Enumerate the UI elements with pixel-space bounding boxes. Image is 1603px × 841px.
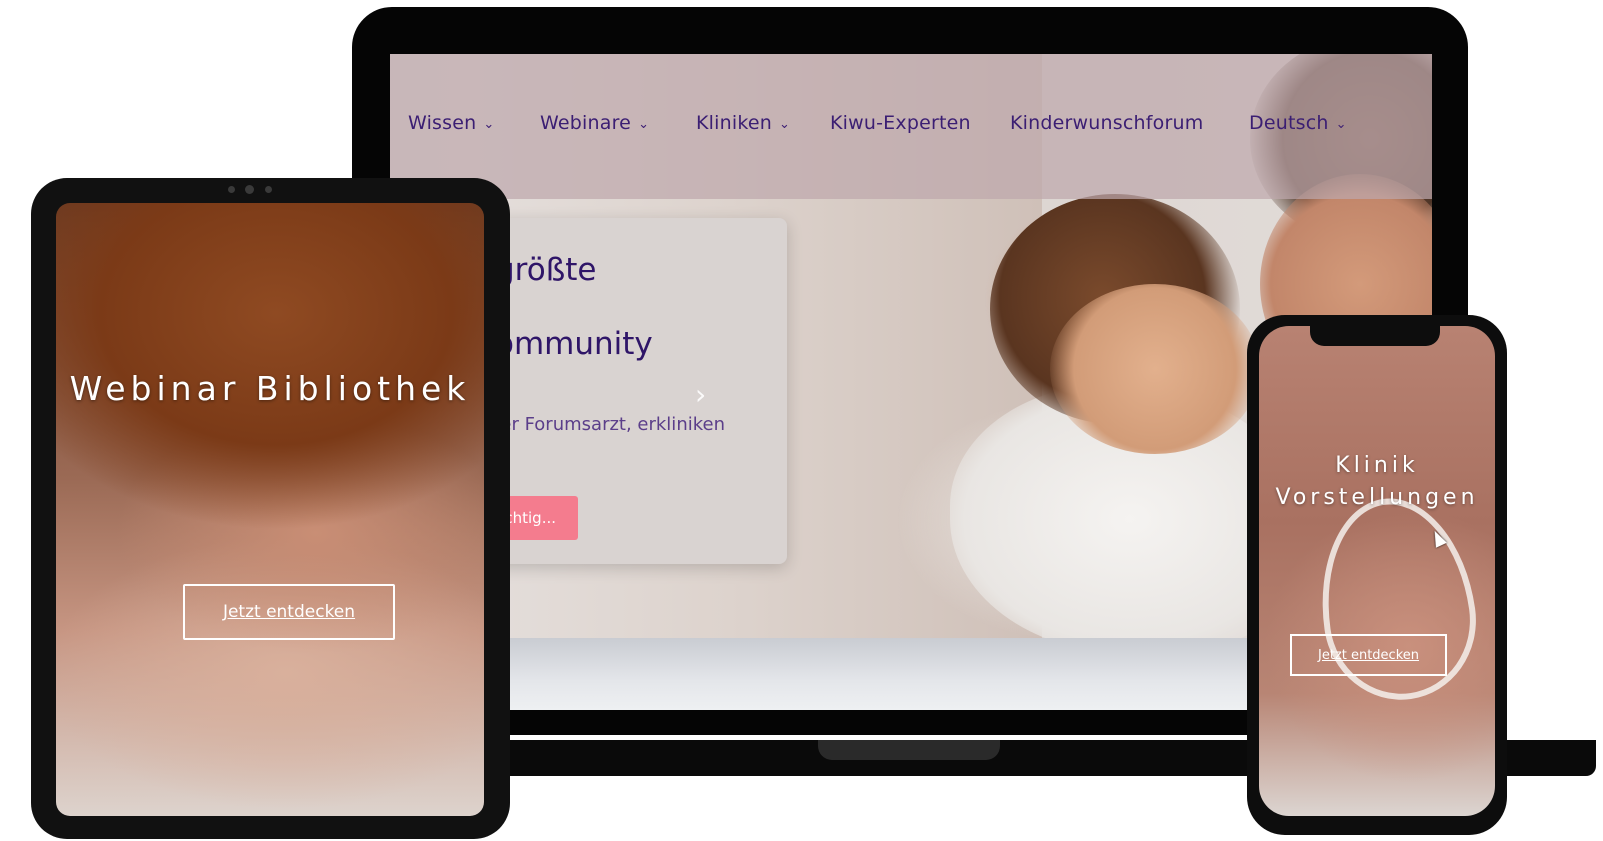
- hero-subtitle: oser Forumsarzt, erkliniken: [480, 414, 725, 435]
- nav-item-label: Kiwu-Experten: [830, 112, 971, 134]
- hero-heading-line1: größte: [495, 252, 597, 288]
- hero-heading-line2: ommunity: [495, 326, 653, 362]
- chevron-down-icon: ⌄: [779, 116, 791, 132]
- heart-icon: [1307, 488, 1487, 710]
- nav-item-wissen[interactable]: Wissen ⌄: [408, 112, 494, 134]
- tablet-screen: Webinar Bibliothek Jetzt entdecken: [56, 203, 484, 816]
- nav-item-label: Kliniken: [696, 112, 772, 134]
- tablet-cta-button[interactable]: Jetzt entdecken: [183, 584, 395, 640]
- phone-title: Klinik Vorstellungen: [1275, 453, 1479, 510]
- laptop-notch: [818, 740, 1000, 760]
- nav-item-label: Deutsch: [1249, 112, 1329, 134]
- phone-cta-button[interactable]: Jetzt entdecken: [1290, 634, 1447, 676]
- chevron-down-icon: ⌄: [1335, 116, 1347, 132]
- chevron-down-icon: ⌄: [638, 116, 650, 132]
- nav-item-label: Wissen: [408, 112, 477, 134]
- nav-item-kinderwunschforum[interactable]: Kinderwunschforum: [1010, 112, 1203, 134]
- chevron-down-icon: ⌄: [483, 116, 495, 132]
- camera-icon: [228, 185, 288, 194]
- nav-item-language[interactable]: Deutsch ⌄: [1249, 112, 1347, 134]
- main-navigation: Wissen ⌄ Webinare ⌄ Kliniken ⌄ Kiwu-Expe…: [390, 54, 1432, 199]
- hero-photo-baby-face: [1050, 284, 1260, 454]
- chevron-right-icon[interactable]: ›: [695, 378, 706, 411]
- nav-item-kliniken[interactable]: Kliniken ⌄: [696, 112, 790, 134]
- nav-item-label: Kinderwunschforum: [1010, 112, 1204, 134]
- nav-item-webinare[interactable]: Webinare ⌄: [540, 112, 649, 134]
- tablet-title: Webinar Bibliothek: [69, 369, 471, 408]
- phone-notch: [1310, 326, 1440, 346]
- nav-item-kiwu-experten[interactable]: Kiwu-Experten: [830, 112, 971, 134]
- phone-screen: Klinik Vorstellungen Jetzt entdecken: [1259, 326, 1495, 816]
- nav-item-label: Webinare: [540, 112, 632, 134]
